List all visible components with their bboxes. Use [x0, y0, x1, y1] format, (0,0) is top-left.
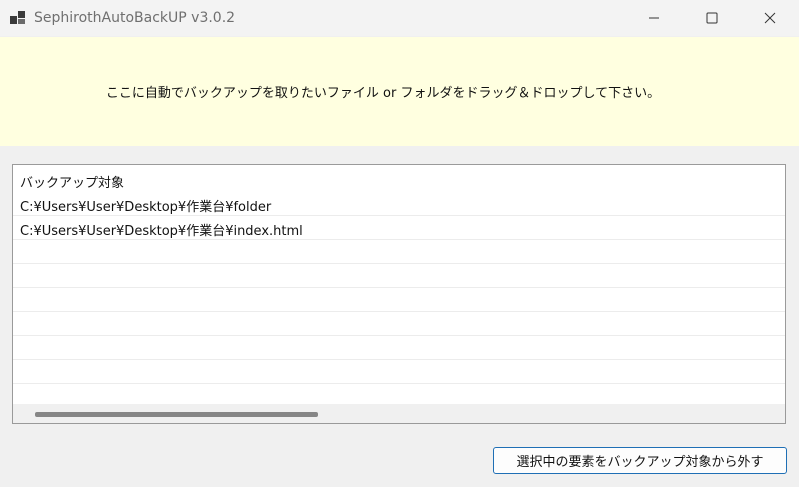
close-button[interactable] [741, 0, 799, 36]
list-item-path: C:¥Users¥User¥Desktop¥作業台¥index.html [20, 224, 303, 239]
scrollbar-thumb[interactable] [35, 412, 318, 417]
list-item-path: C:¥Users¥User¥Desktop¥作業台¥folder [20, 200, 272, 215]
empty-row [13, 288, 785, 312]
empty-row [13, 360, 785, 384]
drop-instruction: ここに自動でバックアップを取りたいファイル or フォルダをドラッグ＆ドロップし… [105, 86, 661, 101]
empty-row [13, 336, 785, 360]
empty-row [13, 264, 785, 288]
drop-zone[interactable]: ここに自動でバックアップを取りたいファイル or フォルダをドラッグ＆ドロップし… [0, 37, 799, 146]
remove-from-backup-button[interactable]: 選択中の要素をバックアップ対象から外す [493, 447, 787, 474]
list-column-header[interactable]: バックアップ対象 [20, 172, 124, 191]
minimize-button[interactable] [625, 0, 683, 36]
window-title: SephirothAutoBackUP v3.0.2 [34, 10, 236, 26]
list-item[interactable]: C:¥Users¥User¥Desktop¥作業台¥index.html [13, 216, 785, 240]
maximize-button[interactable] [683, 0, 741, 36]
close-icon [764, 12, 776, 24]
empty-row [13, 312, 785, 336]
title-bar: SephirothAutoBackUP v3.0.2 [0, 0, 799, 36]
backup-target-list[interactable]: バックアップ対象 C:¥Users¥User¥Desktop¥作業台¥folde… [12, 164, 786, 424]
app-window-icon [10, 10, 26, 26]
maximize-icon [706, 12, 718, 24]
minimize-icon [648, 12, 660, 24]
list-item[interactable]: C:¥Users¥User¥Desktop¥作業台¥folder [13, 192, 785, 216]
horizontal-scrollbar[interactable] [13, 404, 785, 423]
empty-row [13, 240, 785, 264]
